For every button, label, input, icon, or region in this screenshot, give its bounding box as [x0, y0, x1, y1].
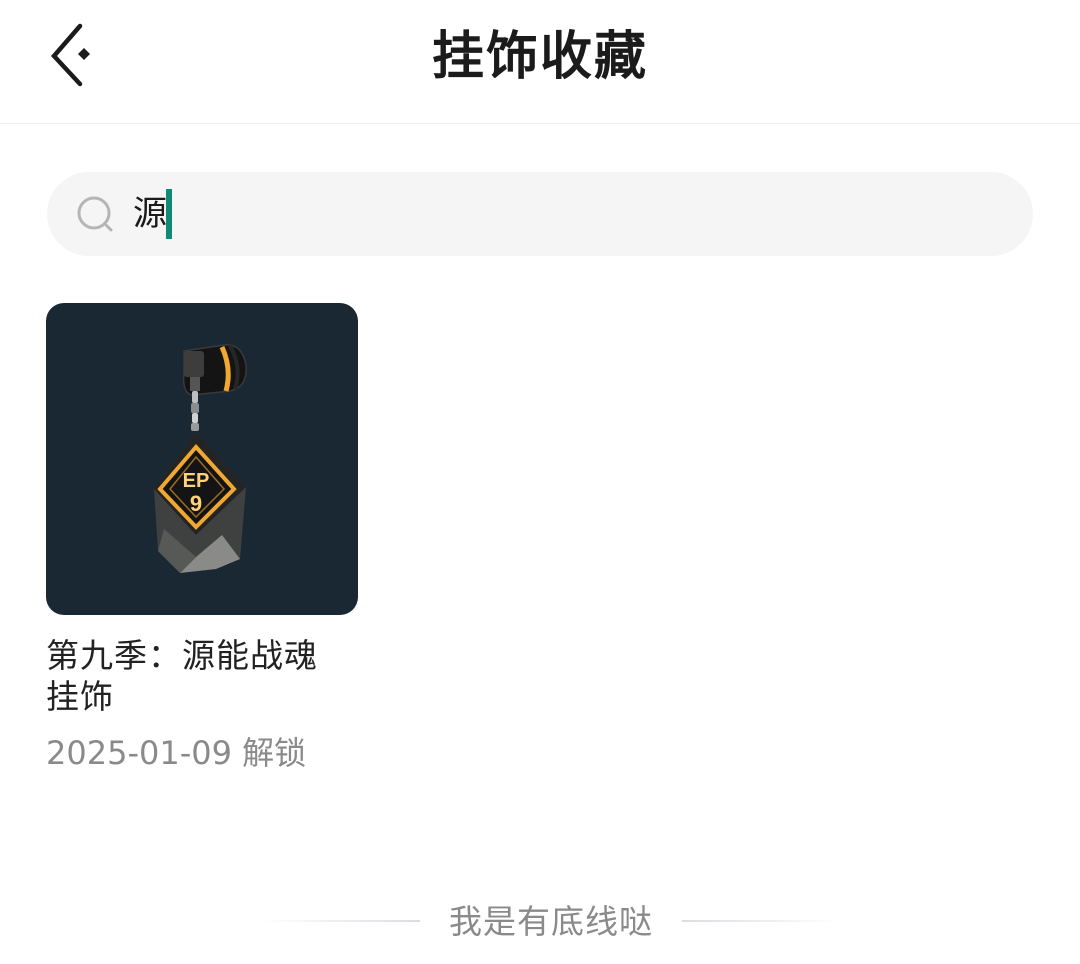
charm-name: 第九季：源能战魂挂饰	[46, 636, 318, 716]
text-caret	[166, 189, 172, 239]
footer-divider-left	[262, 920, 420, 922]
page-title: 挂饰收藏	[431, 27, 648, 87]
charm-image: EP 9	[154, 344, 247, 573]
charm-thumbnail: EP 9	[46, 303, 358, 615]
charm-pendant: EP 9	[154, 433, 246, 573]
charm-unlock-date: 2025-01-09 解锁	[46, 733, 358, 773]
search-input[interactable]: 源	[133, 186, 167, 242]
end-of-list-footer: 我是有底线哒	[0, 896, 1080, 948]
search-bar[interactable]: 源	[47, 172, 1033, 256]
charm-date: 2025-01-09	[46, 734, 232, 772]
header-bar: 挂饰收藏	[0, 0, 1080, 124]
charm-clip	[182, 344, 247, 396]
charm-card[interactable]: EP 9 第九季：源能战魂挂饰 2025-01-09 解锁	[46, 303, 358, 773]
footer-divider-right	[682, 920, 840, 922]
charm-badge-number: 9	[190, 491, 202, 516]
charm-status: 解锁	[242, 734, 307, 772]
footer-text: 我是有底线哒	[449, 902, 653, 941]
search-icon	[77, 196, 113, 232]
charm-badge-ep: EP	[183, 470, 210, 492]
charm-chain	[191, 391, 199, 431]
